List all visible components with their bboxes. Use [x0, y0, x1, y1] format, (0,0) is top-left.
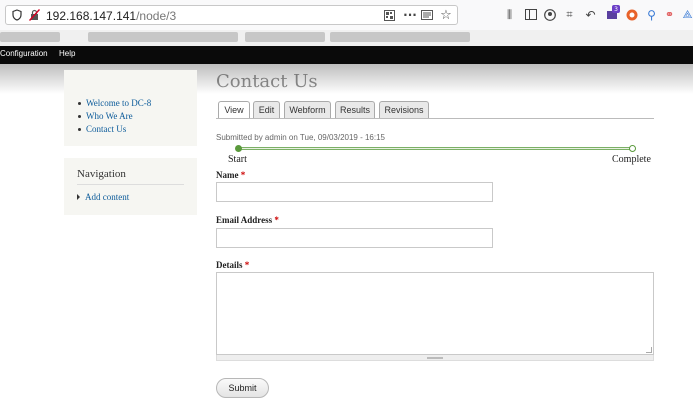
- extension-icon-2[interactable]: [625, 8, 638, 21]
- main-menu: Welcome to DC-8 Who We Are Contact Us: [78, 97, 151, 136]
- grip-icon: [427, 357, 443, 359]
- bookmark-star-icon[interactable]: ☆: [439, 8, 453, 23]
- url-path: /node/3: [136, 9, 177, 23]
- qr-code-icon[interactable]: [383, 9, 395, 21]
- details-label: Details *: [216, 260, 249, 270]
- divider: [77, 184, 184, 185]
- navigation-title: Navigation: [77, 168, 126, 180]
- progress-end-label: Complete: [612, 154, 651, 165]
- name-input[interactable]: [216, 182, 493, 202]
- menu-item-who-we-are[interactable]: Who We Are: [78, 110, 151, 123]
- required-mark: *: [274, 215, 279, 225]
- shield-icon[interactable]: [11, 9, 23, 21]
- arrow-right-icon: [77, 194, 80, 200]
- progress-start-marker: [235, 145, 242, 152]
- screenshot-icon[interactable]: ⌗: [563, 8, 576, 21]
- textarea-grippie[interactable]: [216, 355, 654, 361]
- toolbar-help[interactable]: Help: [59, 49, 75, 58]
- menu-link[interactable]: Contact Us: [86, 124, 126, 134]
- name-label: Name *: [216, 170, 245, 180]
- library-icon[interactable]: ⫼: [503, 8, 516, 21]
- submitted-info: Submitted by admin on Tue, 09/03/2019 - …: [216, 133, 386, 142]
- tab-view[interactable]: View: [218, 101, 250, 119]
- page-title: Contact Us: [216, 71, 318, 92]
- tabs-underline: [216, 118, 654, 119]
- menu-item-welcome[interactable]: Welcome to DC-8: [78, 97, 151, 110]
- tab-webform[interactable]: Webform: [284, 101, 331, 118]
- blurred-bookmark[interactable]: [0, 32, 60, 42]
- tab-revisions[interactable]: Revisions: [379, 101, 429, 118]
- sidebar-icon[interactable]: [524, 8, 537, 21]
- bookmarks-bar: [0, 30, 693, 46]
- extension-badge: 3: [612, 5, 620, 13]
- lens-icon[interactable]: ⟁: [682, 8, 693, 21]
- admin-toolbar: Configuration Help: [0, 46, 693, 64]
- resize-handle-icon[interactable]: [646, 347, 652, 353]
- link-icon[interactable]: ⚭: [663, 8, 676, 21]
- navigation-block: Navigation Add content: [64, 158, 197, 215]
- blurred-bookmark[interactable]: [330, 32, 470, 42]
- email-input[interactable]: [216, 228, 493, 248]
- url-host: 192.168.147.141: [46, 9, 137, 23]
- details-textarea[interactable]: [216, 272, 654, 355]
- progress-bar: [238, 147, 632, 150]
- name-label-text: Name: [216, 170, 239, 180]
- url-text[interactable]: 192.168.147.141/node/3: [46, 9, 176, 23]
- tab-edit[interactable]: Edit: [253, 101, 280, 118]
- menu-link[interactable]: Who We Are: [86, 111, 133, 121]
- add-content-link[interactable]: Add content: [85, 192, 129, 202]
- page-actions-icon[interactable]: ···: [403, 8, 417, 22]
- toolbar-configuration[interactable]: Configuration: [0, 49, 48, 58]
- details-label-text: Details: [216, 260, 243, 270]
- location-icon[interactable]: ⚲: [645, 8, 658, 22]
- browser-toolbar: 192.168.147.141/node/3 ··· ☆ ⫼ ⌗ ↶ 3 ⚲ ⚭…: [0, 0, 693, 30]
- account-icon[interactable]: [543, 8, 556, 21]
- blurred-bookmark[interactable]: [245, 32, 325, 42]
- reader-view-icon[interactable]: [421, 9, 433, 21]
- main-menu-block: Welcome to DC-8 Who We Are Contact Us: [64, 70, 197, 146]
- required-mark: *: [244, 260, 250, 270]
- tab-results[interactable]: Results: [335, 101, 375, 118]
- email-label-text: Email Address: [216, 215, 273, 225]
- progress-end-marker: [629, 145, 636, 152]
- blurred-bookmark[interactable]: [88, 32, 238, 42]
- back-arrow-icon[interactable]: ↶: [584, 8, 597, 22]
- insecure-lock-icon[interactable]: [28, 9, 40, 21]
- required-mark: *: [240, 170, 246, 180]
- submit-button[interactable]: Submit: [216, 378, 269, 398]
- email-label: Email Address *: [216, 215, 279, 225]
- progress-start-label: Start: [228, 154, 247, 165]
- menu-link[interactable]: Welcome to DC-8: [86, 98, 151, 108]
- menu-item-contact-us[interactable]: Contact Us: [78, 123, 151, 136]
- url-bar[interactable]: 192.168.147.141/node/3 ··· ☆: [5, 5, 458, 25]
